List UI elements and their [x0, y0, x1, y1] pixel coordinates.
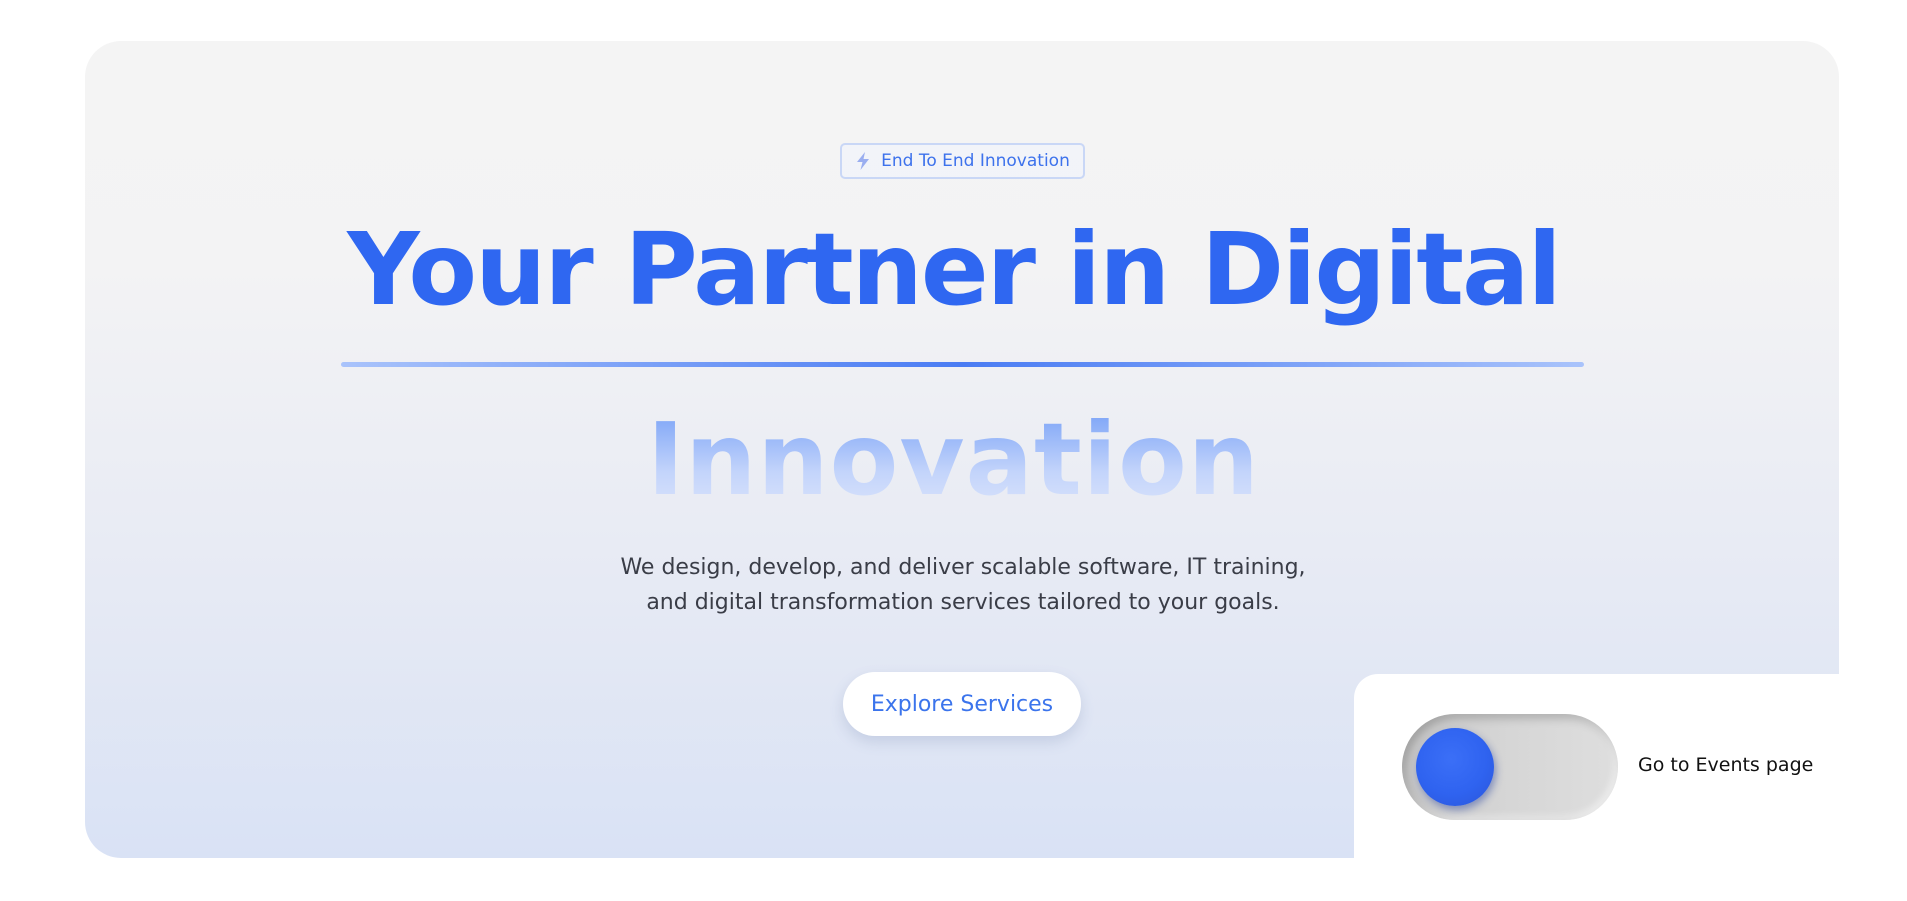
- events-page-toggle[interactable]: [1402, 714, 1618, 820]
- badge-label: End To End Innovation: [881, 151, 1070, 171]
- events-toggle-card: Go to Events page: [1354, 674, 1840, 858]
- subtitle-line1: We design, develop, and deliver scalable…: [620, 555, 1306, 580]
- hero-subtitle: We design, develop, and deliver scalable…: [553, 550, 1373, 620]
- hero-badge: End To End Innovation: [840, 143, 1085, 179]
- hero-title-line1: Your Partner in Digital: [347, 211, 1562, 328]
- title-divider: [341, 362, 1584, 367]
- toggle-knob: [1416, 728, 1494, 806]
- subtitle-line2: and digital transformation services tail…: [646, 590, 1280, 615]
- events-toggle-label: Go to Events page: [1638, 754, 1814, 776]
- lightning-icon: [855, 152, 871, 170]
- explore-services-button[interactable]: Explore Services: [843, 672, 1081, 736]
- hero-title-line2: Innovation: [0, 400, 1907, 520]
